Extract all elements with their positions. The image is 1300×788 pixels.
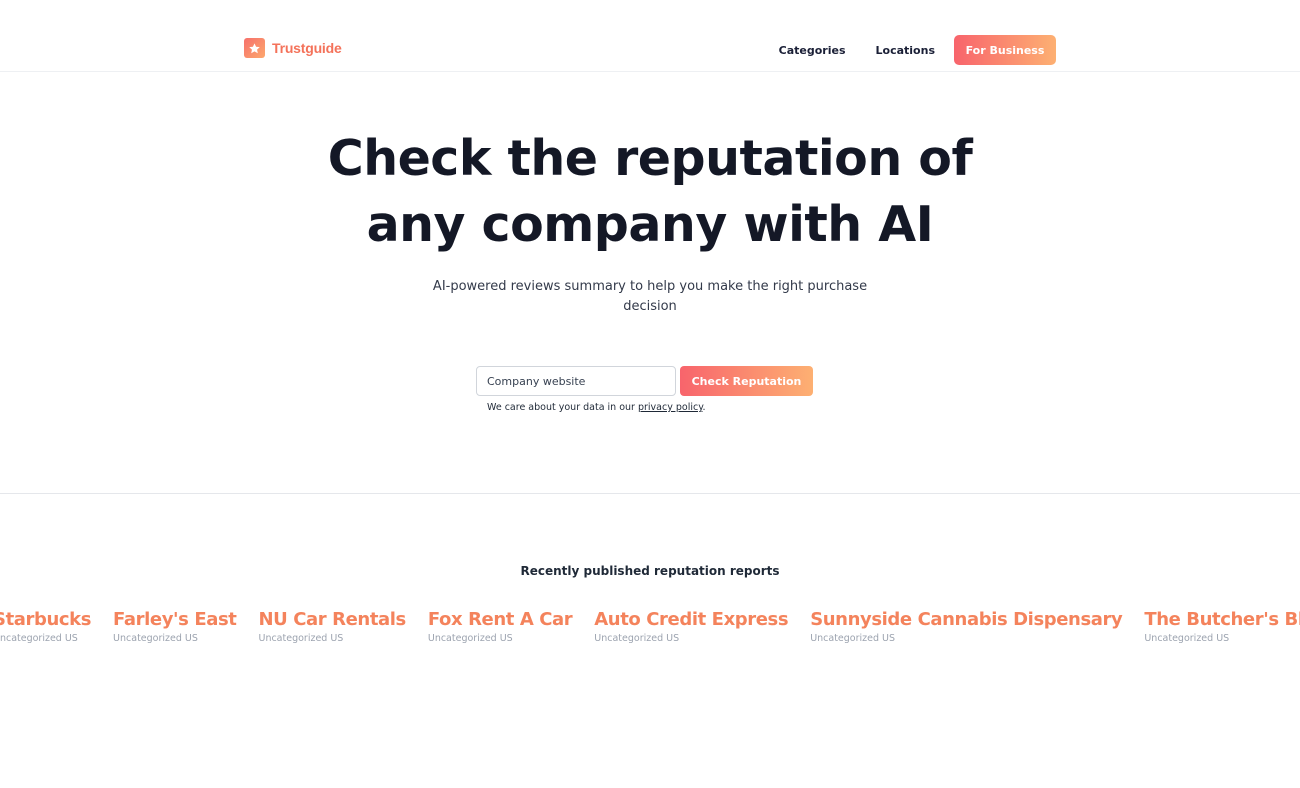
hero-subtitle: AI-powered reviews summary to help you m… xyxy=(432,279,868,314)
privacy-policy-link[interactable]: privacy policy xyxy=(638,402,703,413)
report-category: Uncategorized US xyxy=(1144,633,1230,644)
search-form: Check Reputation xyxy=(476,366,813,396)
report-category: Uncategorized US xyxy=(427,633,513,644)
report-name: The Butcher's Block xyxy=(1144,609,1300,630)
main-nav: Categories Locations For Business xyxy=(779,35,1056,65)
report-card[interactable]: Auto Credit Express Uncategorized US xyxy=(594,608,788,645)
report-card[interactable]: Starbucks Uncategorized US xyxy=(0,608,91,645)
report-card[interactable]: NU Car Rentals Uncategorized US xyxy=(258,608,406,645)
report-category: Uncategorized US xyxy=(113,633,198,644)
for-business-button[interactable]: For Business xyxy=(954,35,1056,65)
report-card[interactable]: Farley's East Uncategorized US xyxy=(113,608,237,645)
check-reputation-button[interactable]: Check Reputation xyxy=(680,366,813,396)
nav-locations-link[interactable]: Locations xyxy=(876,44,935,57)
star-icon xyxy=(244,38,265,58)
recent-reports-list: Starbucks Uncategorized US Farley's East… xyxy=(0,608,1300,645)
nav-categories-link[interactable]: Categories xyxy=(779,44,846,57)
report-name: Farley's East xyxy=(113,609,237,630)
report-name: Starbucks xyxy=(0,609,92,630)
hero-title-line-1: Check the reputation of xyxy=(327,130,973,187)
section-divider xyxy=(0,493,1300,494)
report-card[interactable]: The Butcher's Block Uncategorized US xyxy=(1144,608,1300,645)
report-category: Uncategorized US xyxy=(258,633,344,644)
report-category: Uncategorized US xyxy=(594,633,680,644)
report-name: Fox Rent A Car xyxy=(427,609,573,630)
report-name: Sunnyside Cannabis Dispensary xyxy=(810,609,1123,630)
site-header: Trustguide Categories Locations For Busi… xyxy=(0,0,1300,72)
report-card[interactable]: Sunnyside Cannabis Dispensary Uncategori… xyxy=(810,608,1123,645)
report-category: Uncategorized US xyxy=(810,633,896,644)
logo-text: Trustguide xyxy=(272,40,342,56)
report-card[interactable]: Fox Rent A Car Uncategorized US xyxy=(427,608,573,645)
recent-reports-title: Recently published reputation reports xyxy=(520,564,780,578)
hero-title: Check the reputation of any company with… xyxy=(0,126,1300,258)
privacy-note-prefix: We care about your data in our xyxy=(487,402,638,413)
report-name: Auto Credit Express xyxy=(594,609,789,630)
report-name: NU Car Rentals xyxy=(258,609,406,630)
hero-title-line-2: any company with AI xyxy=(366,196,934,253)
privacy-note: We care about your data in our privacy p… xyxy=(487,402,706,413)
logo-link[interactable]: Trustguide xyxy=(244,38,342,58)
privacy-note-suffix: . xyxy=(702,402,706,413)
report-category: Uncategorized US xyxy=(0,633,78,644)
company-website-input[interactable] xyxy=(476,366,676,396)
